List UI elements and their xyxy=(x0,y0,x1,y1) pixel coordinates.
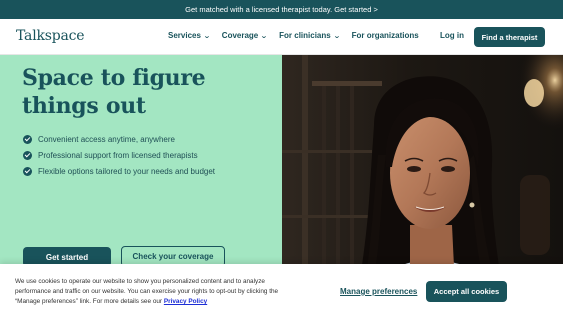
nav-item-label: Services xyxy=(168,31,201,40)
chevron-down-icon: ⌄ xyxy=(203,32,211,40)
feature-list: Convenient access anytime, anywhere Prof… xyxy=(23,131,215,179)
nav-item-label: For clinicians xyxy=(279,31,331,40)
nav-item-coverage[interactable]: Coverage ⌄ xyxy=(221,31,269,40)
feature-text: Convenient access anytime, anywhere xyxy=(38,134,175,144)
talkspace-logo[interactable]: Talkspace xyxy=(16,28,85,44)
feature-item: Flexible options tailored to your needs … xyxy=(23,163,215,179)
nav-menu: Services ⌄ Coverage ⌄ For clinicians ⌄ F… xyxy=(168,31,431,40)
main-navigation: Talkspace Services ⌄ Coverage ⌄ For clin… xyxy=(0,19,563,55)
nav-item-services[interactable]: Services ⌄ xyxy=(168,31,211,40)
check-circle-icon xyxy=(23,150,32,160)
nav-item-for-clinicians[interactable]: For clinicians ⌄ xyxy=(279,31,341,40)
nav-item-label: Coverage xyxy=(221,31,259,40)
accept-all-cookies-button[interactable]: Accept all cookies xyxy=(426,281,507,302)
chevron-down-icon: ⌄ xyxy=(332,32,341,40)
chevron-down-icon: ⌄ xyxy=(260,32,269,40)
nav-item-for-organizations[interactable]: For organizations xyxy=(352,31,419,40)
top-banner[interactable]: Get matched with a licensed therapist to… xyxy=(0,0,563,19)
feature-item: Professional support from licensed thera… xyxy=(23,147,215,163)
check-circle-icon xyxy=(23,166,32,176)
nav-item-label: For organizations xyxy=(351,31,419,40)
hero-headline: Space to figure things out xyxy=(22,65,206,119)
privacy-policy-link[interactable]: Privacy Policy xyxy=(164,298,207,305)
cookie-banner: We use cookies to operate our website to… xyxy=(0,264,563,320)
banner-text[interactable]: Get matched with a licensed therapist to… xyxy=(185,5,378,14)
feature-text: Flexible options tailored to your needs … xyxy=(38,166,216,176)
cookie-message: We use cookies to operate our website to… xyxy=(15,277,290,307)
check-circle-icon xyxy=(23,134,32,144)
manage-preferences-link[interactable]: Manage preferences xyxy=(340,287,417,296)
feature-text: Professional support from licensed thera… xyxy=(38,150,198,160)
feature-item: Convenient access anytime, anywhere xyxy=(23,131,215,147)
cookie-text: We use cookies to operate our website to… xyxy=(15,278,279,305)
find-a-therapist-button[interactable]: Find a therapist xyxy=(474,27,545,47)
login-link[interactable]: Log in xyxy=(440,31,464,40)
